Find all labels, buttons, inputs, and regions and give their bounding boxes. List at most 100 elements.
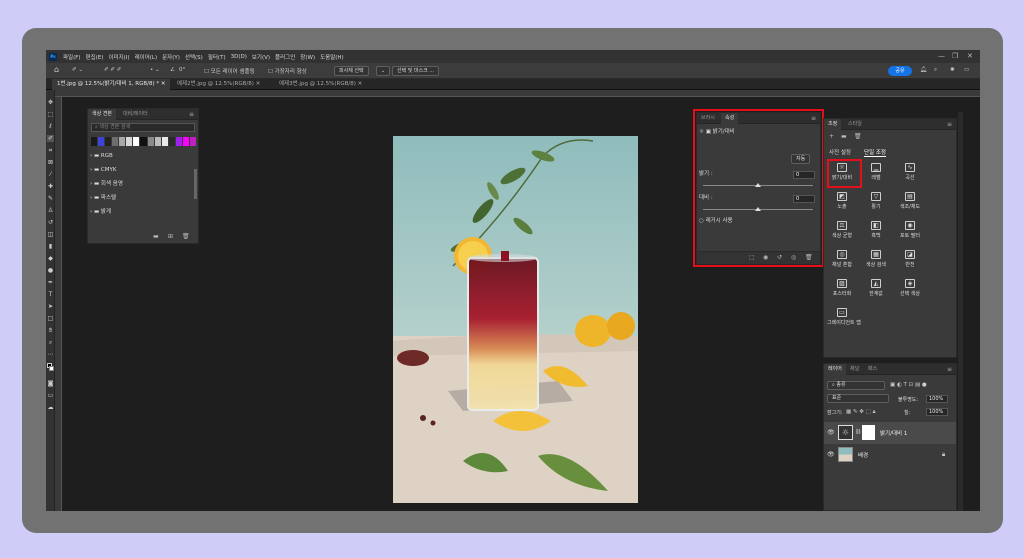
blend-mode-select[interactable]: 표준	[827, 394, 889, 403]
layer-filter-select[interactable]: ⌕ 종류	[827, 381, 885, 390]
search-icon[interactable]: ⌕	[934, 67, 937, 74]
tab-layers[interactable]: 레이어	[824, 364, 846, 375]
layer-filter-icons[interactable]: ▣ ◐ T ⊡ ▤ ●	[890, 382, 927, 388]
angle-value[interactable]: 0°	[179, 67, 185, 73]
minimize-icon[interactable]: —	[938, 52, 945, 60]
menu-edit[interactable]: 편집(E)	[86, 53, 104, 61]
panel-menu-icon[interactable]: ≡	[189, 111, 194, 118]
new-swatch-icon[interactable]: ⊞	[168, 233, 173, 240]
lock-icons[interactable]: ▦ ✎ ✥ ⬚ 🔒︎	[846, 409, 876, 416]
layer-row-adjustment[interactable]: 👁︎ ☼ ⛓ 밝기/대비 1	[824, 422, 956, 444]
selection-mode-icons[interactable]: ✐ ✐ ✐	[104, 67, 121, 73]
adjustment-item[interactable]: ◈ 선택 색상	[895, 279, 925, 297]
color-swatch[interactable]	[98, 137, 105, 146]
color-swatch[interactable]	[161, 137, 168, 146]
quick-select-tool-icon[interactable]: ✐ ⌄	[72, 67, 83, 73]
workspace-icon[interactable]: ▭	[964, 67, 969, 73]
path-select-icon[interactable]: ➤	[47, 303, 54, 310]
color-swatch[interactable]	[175, 137, 182, 146]
color-swatch[interactable]	[168, 137, 175, 146]
layer-mask-thumbnail[interactable]	[862, 425, 875, 440]
menu-3d[interactable]: 3D(D)	[231, 54, 247, 60]
canvas-image[interactable]	[393, 136, 638, 503]
menu-layer[interactable]: 레이어(L)	[135, 53, 158, 61]
layer-name[interactable]: 배경	[858, 451, 868, 459]
color-swatch[interactable]	[119, 137, 126, 146]
menu-help[interactable]: 도움말(H)	[320, 53, 344, 61]
opacity-input[interactable]: 100%	[926, 395, 948, 403]
panel-scrollbar[interactable]	[194, 169, 197, 199]
zoom-tool-icon[interactable]: ⌕	[47, 339, 54, 346]
folder-rgb[interactable]: › ▬ RGB	[90, 151, 196, 162]
adjustment-item[interactable]: ▁ 레벨	[861, 163, 891, 181]
quick-mask-icon[interactable]: ◙	[47, 380, 54, 387]
eye-icon[interactable]: 👁︎	[827, 451, 835, 458]
tab-paths[interactable]: 패스	[864, 364, 881, 375]
close-icon[interactable]: ✕	[967, 52, 973, 60]
swatch-search-input[interactable]: ⌕ 색상 견본 검색	[91, 123, 195, 132]
folder-cmyk[interactable]: › ▬ CMYK	[90, 165, 196, 176]
menu-plugins[interactable]: 플러그인	[275, 53, 295, 61]
healing-brush-icon[interactable]: ✚	[47, 183, 54, 190]
move-tool-icon[interactable]: ✥	[47, 99, 54, 106]
adjustment-item[interactable]: ∿ 곡선	[895, 163, 925, 181]
eye-icon[interactable]: 👁︎	[827, 429, 835, 436]
background-color-swatch[interactable]	[49, 366, 54, 371]
panel-menu-icon[interactable]: ≡	[947, 366, 952, 373]
tab-single-adjustments[interactable]: 단일 조정	[864, 148, 886, 157]
dodge-tool-icon[interactable]: ●	[47, 267, 54, 274]
tab-document-1[interactable]: 1번.jpg @ 12.5%(밝기/대비 1, RGB/8) * ✕	[52, 79, 171, 90]
home-icon[interactable]: ⌂	[54, 65, 59, 74]
subject-select-dropdown[interactable]: ⌄	[376, 66, 391, 76]
history-brush-icon[interactable]: ↺	[47, 219, 54, 226]
tab-adjustments[interactable]: 조정	[824, 119, 842, 130]
canvas-scrollbar[interactable]	[958, 112, 963, 511]
lasso-tool-icon[interactable]: ℓ	[47, 123, 54, 130]
menu-filter[interactable]: 필터(T)	[208, 53, 226, 61]
folder-pastel[interactable]: › ▬ 파스텔	[90, 193, 196, 204]
eraser-tool-icon[interactable]: ◫	[47, 231, 54, 238]
color-swatch[interactable]	[91, 137, 98, 146]
adjustment-item[interactable]: ◭ 한계값	[861, 279, 891, 297]
rectangle-tool-icon[interactable]: □	[47, 315, 54, 322]
adjustment-item[interactable]: ◉ 포토 필터	[895, 221, 925, 239]
eyedropper-tool-icon[interactable]: ⁄	[47, 171, 54, 178]
brush-size-icon[interactable]: • ⌄	[150, 67, 160, 73]
color-swatch[interactable]	[182, 137, 189, 146]
add-preset-icon[interactable]: +	[829, 133, 834, 140]
menu-image[interactable]: 이미지(I)	[108, 53, 129, 61]
color-swatch[interactable]	[154, 137, 161, 146]
layer-row-background[interactable]: 👁︎ 배경 🔒︎	[824, 445, 956, 465]
share-button[interactable]: 공유	[888, 66, 912, 76]
tab-contrast[interactable]: 대비/레이터	[119, 109, 152, 120]
adjustment-item[interactable]: ◎ 채널 혼합	[827, 250, 857, 268]
tab-document-3[interactable]: 예제3번.jpg @ 12.5%(RGB/8) ✕	[274, 79, 367, 90]
adjustment-item[interactable]: ▤ 색조/채도	[895, 192, 925, 210]
color-swatch[interactable]	[189, 137, 196, 146]
trash-icon[interactable]: 🗑︎	[182, 233, 190, 240]
tab-presets[interactable]: 사전 설정	[829, 148, 851, 156]
tab-channels[interactable]: 채널	[846, 364, 863, 375]
tab-document-2[interactable]: 예제2번.jpg @ 12.5%(RGB/8) ✕	[172, 79, 265, 90]
more-tools-icon[interactable]: ⋯	[47, 351, 54, 358]
marquee-tool-icon[interactable]: ⬚	[47, 111, 54, 118]
adjustment-item[interactable]: ▨ 포스터화	[827, 279, 857, 297]
cloud-icon[interactable]: ☁	[47, 404, 54, 411]
select-and-mask-button[interactable]: 선택 및 마스크 ...	[392, 66, 440, 76]
menu-view[interactable]: 보기(V)	[252, 53, 270, 61]
discover-icon[interactable]: ✺	[950, 67, 955, 73]
sample-all-layers-checkbox[interactable]: ☐ 모든 레이어 샘플링	[204, 67, 255, 75]
type-tool-icon[interactable]: T	[47, 291, 54, 298]
restore-icon[interactable]: ❐	[952, 52, 958, 60]
tab-swatches[interactable]: 색상 견본	[88, 109, 116, 120]
adjustment-item[interactable]: ◪ 반전	[895, 250, 925, 268]
lock-icon[interactable]: 🔒︎	[942, 451, 945, 459]
adjustment-item[interactable]: ▽ 활기	[861, 192, 891, 210]
blur-tool-icon[interactable]: ◆	[47, 255, 54, 262]
trash-icon[interactable]: 🗑︎	[854, 133, 862, 140]
link-icon[interactable]: ⛓	[855, 429, 861, 435]
adjustment-item[interactable]: ◩ 노출	[827, 192, 857, 210]
hand-tool-icon[interactable]: ✋︎	[47, 327, 54, 334]
layer-name[interactable]: 밝기/대비 1	[880, 429, 907, 437]
menu-window[interactable]: 창(W)	[300, 53, 315, 61]
